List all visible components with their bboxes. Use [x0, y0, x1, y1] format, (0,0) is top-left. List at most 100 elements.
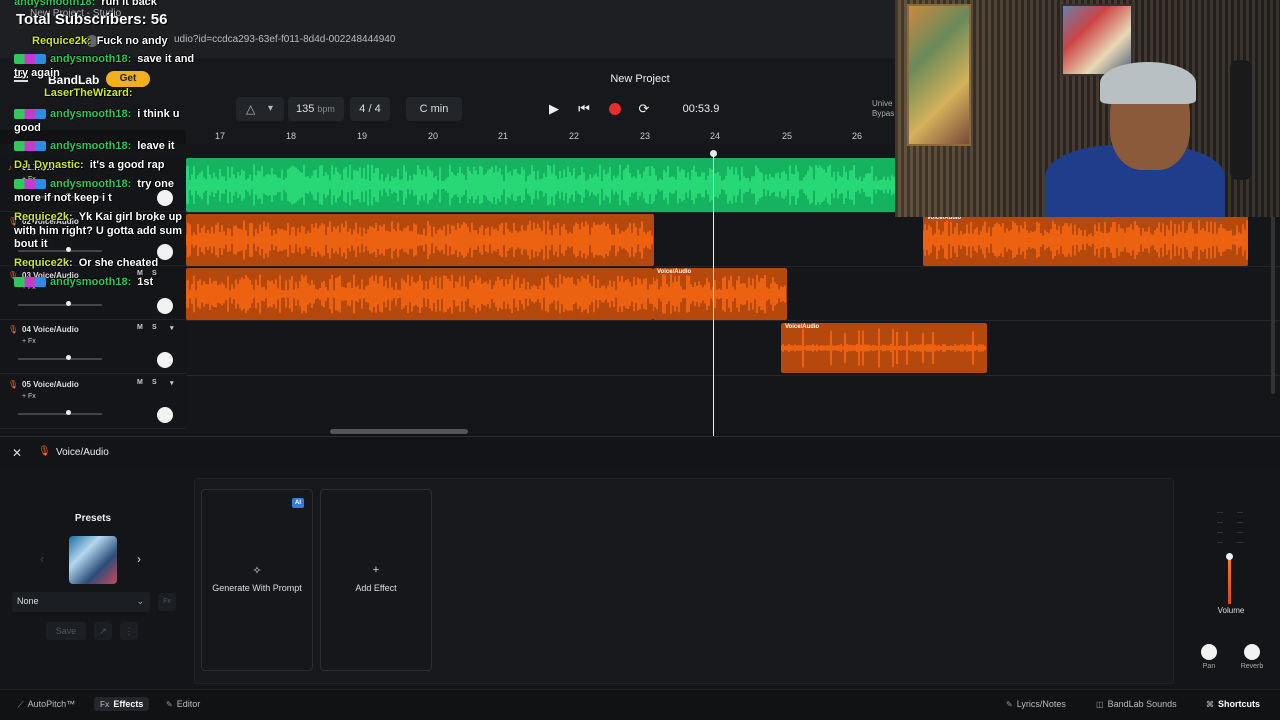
project-title[interactable]: New Project	[560, 73, 720, 85]
effects-tab[interactable]: Fx Effects	[94, 697, 150, 711]
chevron-down-icon[interactable]: ▾	[170, 324, 174, 332]
audio-clip[interactable]	[186, 158, 896, 212]
solo-button[interactable]: S	[152, 379, 157, 386]
reverb-knob[interactable]	[1244, 644, 1260, 660]
mute-button[interactable]: M	[137, 379, 143, 386]
pan-knob[interactable]	[1201, 644, 1217, 660]
metronome-button[interactable]: △ ▾	[236, 97, 284, 121]
effects-label: Effects	[113, 699, 144, 709]
bpm-value: 135	[296, 103, 315, 115]
volume-thumb[interactable]	[66, 301, 71, 306]
preset-fx-button[interactable]: Fx	[158, 593, 176, 611]
lyrics-notes-button[interactable]: ✎ Lyrics/Notes	[1006, 697, 1066, 711]
waveform	[186, 220, 653, 260]
chat-user: DJ_Dynastic:	[14, 159, 84, 171]
audio-clip[interactable]: Voice/Audio	[923, 214, 1248, 266]
tempo-field[interactable]: 135 bpm	[288, 97, 344, 121]
sounds-icon: ◫	[1096, 700, 1104, 709]
chat-badges	[14, 179, 46, 190]
chevron-right-icon[interactable]: ›	[137, 552, 141, 566]
record-button[interactable]	[609, 103, 621, 115]
sparkle-icon: ✧	[252, 565, 262, 577]
close-icon[interactable]: ✕	[12, 446, 24, 460]
play-icon: ▶	[549, 101, 559, 116]
chat-message: andysmooth18: leave it	[14, 140, 175, 152]
autopitch-label: AutoPitch™	[27, 699, 76, 709]
editor-tab[interactable]: ✎ Editor	[166, 697, 200, 711]
share-icon[interactable]: ↗	[94, 622, 112, 640]
volume-fader[interactable]	[1213, 510, 1247, 606]
streamer-cap	[1100, 62, 1196, 104]
key-selector[interactable]: C min	[406, 97, 462, 121]
chevron-down-icon[interactable]: ▾	[170, 379, 174, 387]
chat-user: andysmooth18:	[50, 140, 132, 152]
panel-header	[0, 437, 1280, 469]
volume-slider[interactable]	[18, 304, 102, 306]
ai-badge: AI	[292, 498, 304, 508]
play-button[interactable]: ▶	[544, 99, 564, 119]
meter-tick	[1237, 512, 1243, 513]
pan-knob[interactable]	[157, 407, 173, 423]
add-effect-label: Add Effect	[355, 583, 397, 593]
generate-with-prompt-card[interactable]: AI ✧ Generate With Prompt	[201, 489, 313, 671]
wall-painting	[907, 4, 971, 146]
time-signature[interactable]: 4 / 4	[350, 97, 390, 121]
chat-user: andysmooth18:	[50, 53, 132, 65]
volume-thumb[interactable]	[66, 355, 71, 360]
volume-slider[interactable]	[18, 358, 102, 360]
preset-thumbnail[interactable]	[69, 536, 117, 584]
volume-handle[interactable]	[1226, 553, 1233, 560]
pan-knob[interactable]	[157, 352, 173, 368]
audio-clip[interactable]	[186, 214, 654, 266]
add-effect-card[interactable]: + Add Effect	[320, 489, 432, 671]
solo-button[interactable]: S	[152, 324, 157, 331]
audio-clip[interactable]: Voice/Audio	[653, 268, 787, 320]
shortcuts-button[interactable]: ⌘ Shortcuts	[1206, 697, 1260, 711]
volume-label: Volume	[1217, 606, 1245, 615]
webcam-overlay	[895, 0, 1280, 217]
horizontal-scrollbar[interactable]	[330, 429, 468, 434]
track-name[interactable]: 05 Voice/Audio	[22, 380, 79, 389]
save-button[interactable]: Save	[46, 622, 86, 640]
pan-knob[interactable]	[157, 298, 173, 314]
audio-clip[interactable]: Voice/Audio	[781, 323, 987, 373]
track-header[interactable]: 🎙 05 Voice/Audio + Fx M S ▾	[0, 375, 186, 429]
track-name[interactable]: 04 Voice/Audio	[22, 325, 79, 334]
preset-value: None	[17, 596, 39, 606]
meter-tick	[1217, 532, 1223, 533]
lane-divider	[186, 320, 1280, 321]
chat-text: Fuck no andy	[96, 35, 168, 47]
preset-dropdown[interactable]: None ⌄	[12, 592, 150, 612]
rewind-button[interactable]: ⏮	[574, 99, 594, 119]
bandlab-sounds-button[interactable]: ◫ BandLab Sounds	[1096, 697, 1177, 711]
studio-mic	[1230, 60, 1252, 180]
waveform	[923, 220, 1248, 260]
chat-message: andysmooth18: run it back	[14, 0, 157, 8]
playhead[interactable]	[713, 152, 714, 436]
bar-number: 23	[640, 131, 651, 141]
more-icon[interactable]: ⋮	[120, 622, 138, 640]
autopitch-icon: ⟋	[18, 700, 24, 709]
universal-plugin[interactable]: Unive Bypas	[848, 97, 900, 121]
chevron-left-icon[interactable]: ‹	[40, 552, 44, 566]
chevron-down-icon: ▾	[268, 103, 274, 114]
volume-thumb[interactable]	[66, 410, 71, 415]
chat-badges	[14, 277, 46, 288]
mute-button[interactable]: M	[137, 324, 143, 331]
autopitch-tab[interactable]: ⟋ AutoPitch™	[18, 697, 75, 711]
add-fx-button[interactable]: + Fx	[22, 338, 36, 345]
chat-user: andysmooth18:	[50, 108, 132, 120]
volume-slider[interactable]	[18, 413, 102, 415]
meter-tick	[1217, 542, 1223, 543]
chat-badges	[14, 141, 46, 152]
waveform	[781, 328, 986, 368]
loop-button[interactable]: ⟳	[634, 99, 654, 119]
audio-clip[interactable]	[186, 268, 653, 320]
volume-level	[1228, 556, 1231, 604]
bar-number: 21	[498, 131, 509, 141]
add-fx-button[interactable]: + Fx	[22, 393, 36, 400]
track-header[interactable]: 🎙 04 Voice/Audio + Fx M S ▾	[0, 320, 186, 374]
chat-message: more if not keep i t	[14, 192, 112, 204]
mic-icon: 🎙	[38, 446, 51, 457]
meter-tick	[1237, 522, 1243, 523]
